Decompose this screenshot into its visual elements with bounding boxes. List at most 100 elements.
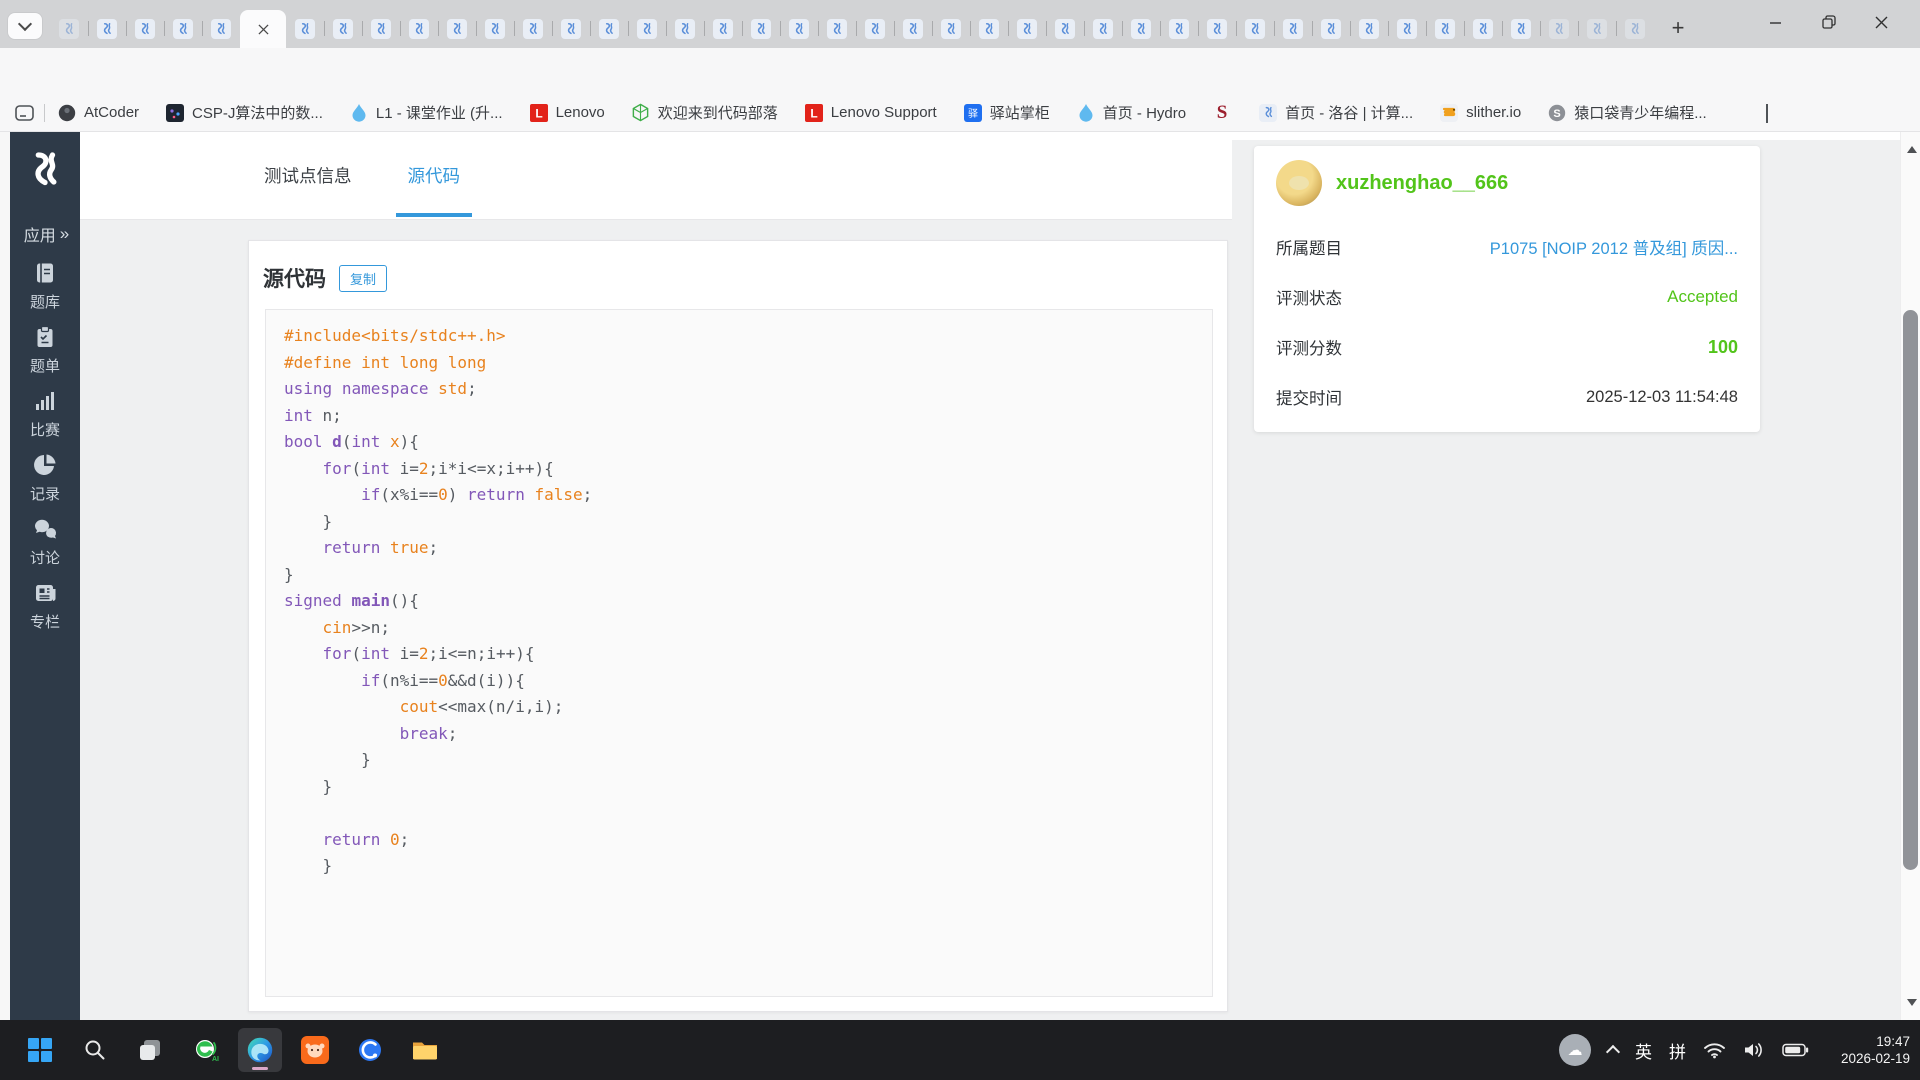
window-minimize-button[interactable] bbox=[1752, 0, 1798, 44]
browser-tab[interactable] bbox=[1426, 10, 1464, 48]
browser-tab[interactable] bbox=[1008, 10, 1046, 48]
user-avatar[interactable] bbox=[1276, 160, 1322, 206]
browser-tab[interactable] bbox=[704, 10, 742, 48]
browser-tab[interactable] bbox=[894, 10, 932, 48]
username-link[interactable]: xuzhenghao__666 bbox=[1336, 172, 1508, 195]
browser-tab[interactable] bbox=[286, 10, 324, 48]
browser-tab[interactable] bbox=[1236, 10, 1274, 48]
luogu-logo-icon[interactable] bbox=[10, 150, 80, 190]
browser-tab[interactable] bbox=[552, 10, 590, 48]
browser-tab[interactable] bbox=[400, 10, 438, 48]
browser-tab[interactable] bbox=[970, 10, 1008, 48]
browser-tab[interactable] bbox=[1464, 10, 1502, 48]
volume-icon[interactable] bbox=[1743, 1041, 1765, 1059]
browser-tab[interactable] bbox=[88, 10, 126, 48]
wifi-icon[interactable] bbox=[1703, 1041, 1726, 1059]
scroll-up-arrow[interactable] bbox=[1907, 146, 1917, 153]
browser-tab[interactable] bbox=[1578, 10, 1616, 48]
browser-tab[interactable] bbox=[818, 10, 856, 48]
browser-tab[interactable] bbox=[202, 10, 240, 48]
taskbar-browser-360-button[interactable]: AI bbox=[183, 1028, 227, 1072]
browser-tab[interactable] bbox=[362, 10, 400, 48]
ime-pinyin-indicator[interactable]: 拼 bbox=[1669, 1038, 1686, 1063]
browser-tab[interactable] bbox=[1046, 10, 1084, 48]
taskbar-start-button[interactable] bbox=[18, 1028, 62, 1072]
browser-tab[interactable] bbox=[1502, 10, 1540, 48]
bookmark-item[interactable]: slither.io bbox=[1439, 103, 1521, 123]
browser-tab[interactable] bbox=[742, 10, 780, 48]
browser-tab[interactable] bbox=[666, 10, 704, 48]
bookmark-item[interactable]: S 猿口袋青少年编程... bbox=[1547, 102, 1707, 123]
browser-tab[interactable] bbox=[856, 10, 894, 48]
source-card-header: 源代码 复制 bbox=[263, 263, 388, 293]
bookmarks-overflow-button[interactable] bbox=[1766, 103, 1768, 123]
taskbar-file-explorer-button[interactable] bbox=[403, 1028, 447, 1072]
bookmark-item[interactable]: S bbox=[1212, 102, 1232, 123]
browser-tab[interactable] bbox=[476, 10, 514, 48]
browser-tab[interactable] bbox=[1388, 10, 1426, 48]
sidebar-item-column[interactable]: 专栏 bbox=[10, 580, 80, 632]
tab-search-button[interactable] bbox=[8, 13, 42, 39]
bookmark-item[interactable]: 欢迎来到代码部落 bbox=[631, 102, 778, 123]
weather-icon[interactable]: ☁ bbox=[1559, 1034, 1591, 1066]
browser-tab[interactable] bbox=[164, 10, 202, 48]
page-scrollbar[interactable] bbox=[1900, 132, 1920, 1020]
bookmark-item[interactable]: 驿驿站掌柜 bbox=[963, 102, 1050, 123]
record-tab-source[interactable]: 源代码 bbox=[395, 132, 472, 220]
sidebar-item-apps[interactable]: 应用 » bbox=[10, 222, 80, 246]
code-line: } bbox=[284, 776, 333, 796]
taskbar-search-button[interactable] bbox=[73, 1028, 117, 1072]
browser-tab[interactable] bbox=[932, 10, 970, 48]
bookmark-item[interactable]: 首页 - Hydro bbox=[1076, 102, 1186, 123]
browser-tab[interactable] bbox=[514, 10, 552, 48]
new-tab-button[interactable]: + bbox=[1664, 14, 1692, 42]
bookmark-item[interactable]: L Lenovo Support bbox=[804, 103, 937, 123]
bookmark-item[interactable]: L1 - 课堂作业 (升... bbox=[349, 102, 503, 123]
taskbar-edge-button[interactable] bbox=[238, 1028, 282, 1072]
tab-close-icon[interactable] bbox=[257, 23, 269, 35]
browser-tab[interactable] bbox=[126, 10, 164, 48]
battery-icon[interactable] bbox=[1782, 1043, 1809, 1057]
sidebar-item-record[interactable]: 记录 bbox=[10, 452, 80, 504]
browser-tab[interactable] bbox=[1274, 10, 1312, 48]
browser-tab[interactable] bbox=[1540, 10, 1578, 48]
browser-tab[interactable] bbox=[1350, 10, 1388, 48]
browser-tab[interactable] bbox=[1160, 10, 1198, 48]
sidebar-item-discuss[interactable]: 讨论 bbox=[10, 516, 80, 568]
bookmarks-panel-button[interactable] bbox=[14, 103, 34, 123]
scroll-down-arrow[interactable] bbox=[1907, 999, 1917, 1006]
copy-button[interactable]: 复制 bbox=[339, 264, 388, 292]
browser-tab-active[interactable] bbox=[240, 10, 286, 48]
taskbar-clock[interactable]: 19:47 2026-02-19 bbox=[1826, 1033, 1910, 1067]
browser-tab[interactable] bbox=[628, 10, 666, 48]
sidebar-item-problemset[interactable]: 题库 bbox=[10, 260, 80, 312]
bookmark-item[interactable]: L Lenovo bbox=[529, 103, 605, 123]
taskbar-task-view-button[interactable] bbox=[128, 1028, 172, 1072]
window-close-button[interactable] bbox=[1858, 0, 1904, 44]
bookmark-item[interactable]: CSP-J算法中的数... bbox=[165, 102, 323, 123]
sidebar-item-problem-list[interactable]: 题单 bbox=[10, 324, 80, 376]
bookmark-item[interactable]: AtCoder bbox=[57, 103, 139, 123]
luogu-sidebar: 应用 » 题库题单比赛记录讨论专栏 bbox=[10, 132, 80, 1020]
browser-tab[interactable] bbox=[1312, 10, 1350, 48]
record-tab-testcases[interactable]: 测试点信息 bbox=[258, 132, 358, 220]
tray-chevron-up-icon[interactable] bbox=[1605, 1044, 1621, 1060]
browser-tab[interactable] bbox=[324, 10, 362, 48]
browser-tab[interactable] bbox=[1198, 10, 1236, 48]
scrollbar-thumb[interactable] bbox=[1903, 310, 1918, 870]
ime-english-indicator[interactable]: 英 bbox=[1635, 1038, 1652, 1063]
browser-tab[interactable] bbox=[590, 10, 628, 48]
browser-tab[interactable] bbox=[780, 10, 818, 48]
bookmark-item[interactable]: 首页 - 洛谷 | 计算... bbox=[1258, 102, 1413, 123]
browser-tab[interactable] bbox=[1084, 10, 1122, 48]
window-restore-button[interactable] bbox=[1806, 0, 1852, 44]
browser-tab[interactable] bbox=[438, 10, 476, 48]
taskbar-quark-button[interactable] bbox=[348, 1028, 392, 1072]
tray-time: 19:47 bbox=[1876, 1034, 1910, 1049]
sidebar-item-contest[interactable]: 比赛 bbox=[10, 388, 80, 440]
problem-link[interactable]: P1075 [NOIP 2012 普及组] 质因... bbox=[1490, 235, 1738, 259]
taskbar-yuan-coding-button[interactable] bbox=[293, 1028, 337, 1072]
browser-tab[interactable] bbox=[50, 10, 88, 48]
browser-tab[interactable] bbox=[1122, 10, 1160, 48]
browser-tab[interactable] bbox=[1616, 10, 1654, 48]
